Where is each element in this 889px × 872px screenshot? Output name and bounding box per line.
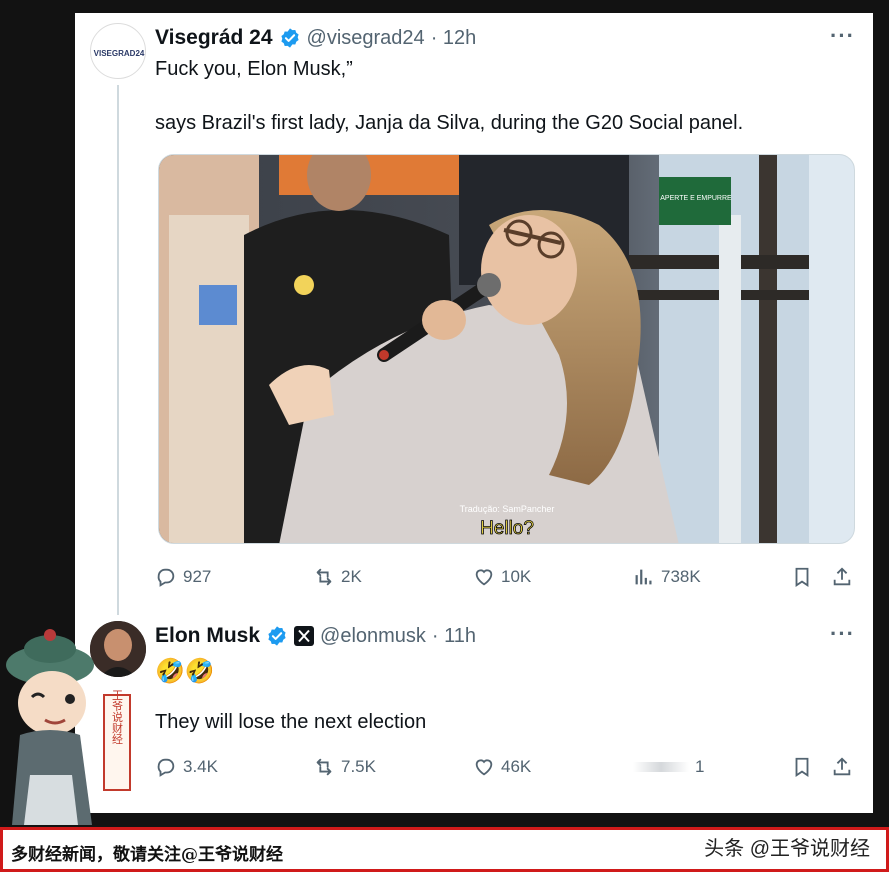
display-name[interactable]: Elon Musk: [155, 624, 260, 648]
like-count: 46K: [501, 757, 532, 776]
tweet-elon[interactable]: Elon Musk @elonmusk · 11h ··· 🤣🤣 They wi…: [75, 613, 873, 813]
avatar-visegrad[interactable]: VISEGRAD24: [90, 23, 146, 79]
tweet-text-line1: Fuck you, Elon Musk,”: [155, 58, 353, 80]
video-frame: APERTE E EMPURRE Tradução: SamPancher He…: [159, 155, 854, 543]
repost-icon: [316, 758, 332, 776]
tweet-header: Elon Musk @elonmusk · 11h: [155, 621, 476, 651]
tweet-text-line2: says Brazil's first lady, Janja da Silva…: [155, 112, 744, 134]
verified-badge-icon: [280, 28, 299, 48]
heart-icon: [475, 569, 493, 586]
reply-icon: [157, 568, 175, 587]
share-icon: [833, 757, 851, 776]
reply-button[interactable]: 927: [155, 562, 211, 592]
video-subtitle: Hello?: [480, 518, 534, 539]
watermark-text: 头条 @王爷说财经: [704, 838, 870, 860]
repost-button[interactable]: 7.5K: [313, 752, 376, 782]
repost-count: 2K: [341, 567, 362, 586]
tweet-visegrad[interactable]: VISEGRAD24 Visegrád 24 @visegrad24 · 12h…: [75, 13, 873, 615]
x-affiliate-icon: [294, 626, 315, 646]
timestamp[interactable]: · 11h: [432, 625, 476, 648]
reply-button[interactable]: 3.4K: [155, 752, 218, 782]
repost-icon: [316, 568, 332, 586]
views-chart-icon: [635, 569, 652, 585]
repost-button[interactable]: 2K: [313, 562, 362, 592]
tweet-text: They will lose the next election: [155, 711, 427, 733]
tweet-actions: 927 2K 10K 738K: [155, 562, 855, 592]
display-name[interactable]: Visegrád 24: [155, 26, 273, 50]
tweet-thread-card: VISEGRAD24 Visegrád 24 @visegrad24 · 12h…: [75, 13, 873, 813]
view-count: 738K: [661, 567, 701, 586]
tweet-emoji: 🤣🤣: [155, 658, 215, 685]
subtitle-credit: Tradução: SamPancher: [460, 504, 555, 514]
heart-icon: [475, 759, 493, 776]
repost-count: 7.5K: [341, 757, 376, 776]
handle[interactable]: @elonmusk: [320, 625, 426, 648]
promo-bar: 多财经新闻，敬请关注@王爷说财经 头条 @王爷说财经: [0, 827, 889, 872]
reply-icon: [157, 758, 175, 777]
share-button[interactable]: [831, 562, 853, 592]
tweet-actions: 3.4K 7.5K 46K 1: [155, 752, 855, 782]
views-button[interactable]: 738K: [633, 562, 701, 592]
bookmark-icon: [795, 567, 809, 587]
like-count: 10K: [501, 567, 532, 586]
blurred-views-icon: [633, 762, 689, 772]
bookmark-button[interactable]: [791, 752, 813, 782]
more-options-icon[interactable]: ···: [830, 23, 855, 49]
handle[interactable]: @visegrad24: [307, 27, 425, 50]
like-button[interactable]: 10K: [473, 562, 531, 592]
tweet-video[interactable]: APERTE E EMPURRE Tradução: SamPancher He…: [158, 154, 855, 544]
like-button[interactable]: 46K: [473, 752, 531, 782]
views-button[interactable]: 1: [633, 752, 704, 782]
reply-count: 3.4K: [183, 757, 218, 776]
screenshot-stage: VISEGRAD24 Visegrád 24 @visegrad24 · 12h…: [0, 0, 889, 872]
share-button[interactable]: [831, 752, 853, 782]
visegrad-logo-text: VISEGRAD24: [94, 49, 145, 58]
verified-badge-icon: [268, 626, 286, 646]
thread-connector: [117, 85, 119, 615]
visegrad-logo: VISEGRAD24: [94, 49, 145, 58]
view-count: 1: [695, 757, 705, 776]
tweet-header: Visegrád 24 @visegrad24 · 12h: [155, 23, 476, 53]
share-icon: [833, 567, 851, 586]
mascot-cartoon: 王爷说财经: [6, 629, 131, 825]
reply-count: 927: [183, 567, 212, 586]
promo-text: 多财经新闻，敬请关注@王爷说财经: [11, 845, 283, 865]
sign-text: APERTE E EMPURRE: [660, 195, 732, 202]
more-options-icon[interactable]: ···: [830, 621, 855, 647]
timestamp[interactable]: · 12h: [431, 27, 477, 50]
bookmark-button[interactable]: [791, 562, 813, 592]
bookmark-icon: [795, 757, 809, 777]
mascot-banner-text: 王爷说财经: [111, 690, 124, 745]
